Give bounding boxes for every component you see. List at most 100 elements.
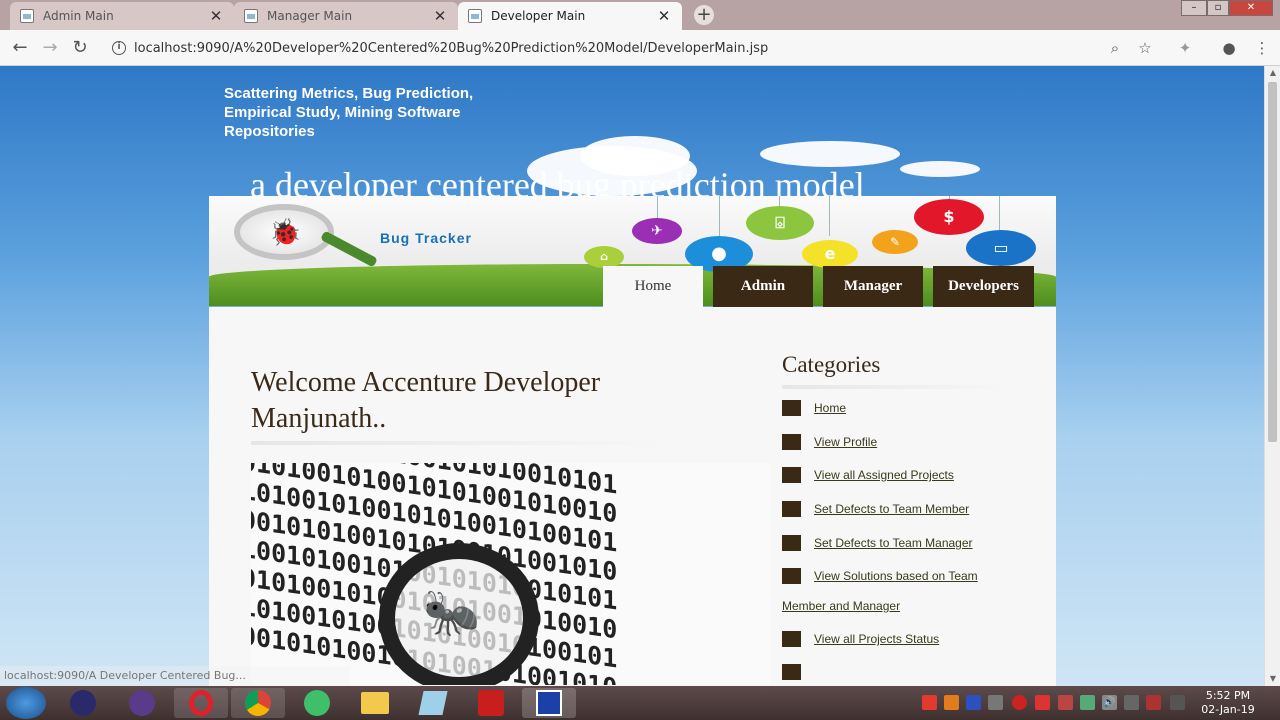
bug-icon: 🐜 <box>423 585 481 639</box>
categories-heading: Categories <box>782 352 881 377</box>
acrobat-app-icon[interactable] <box>464 688 518 718</box>
category-item[interactable]: View Profile <box>782 434 1022 450</box>
start-button-icon[interactable] <box>6 687 46 719</box>
heading-divider <box>251 441 671 445</box>
bug-icon: 🐞 <box>269 218 302 248</box>
folder-app-icon[interactable] <box>348 688 402 718</box>
bubble-string <box>719 196 720 236</box>
category-item[interactable]: Home <box>782 400 1022 416</box>
main-content: Welcome Accenture Developer Manjunath.. … <box>209 307 1056 686</box>
tray-app-icon[interactable] <box>1035 695 1050 710</box>
tab-title: Admin Main <box>43 9 114 23</box>
category-link-defects-team-member[interactable]: Set Defects to Team Member <box>814 501 969 517</box>
close-icon[interactable]: ✕ <box>208 7 224 25</box>
clock-time: 5:52 PM <box>1205 689 1251 702</box>
pencil-bubble-icon: ✎ <box>872 230 918 254</box>
info-icon[interactable]: i <box>112 41 126 55</box>
category-link-projects-status[interactable]: View all Projects Status <box>814 631 939 647</box>
bullet-square-icon <box>782 434 801 450</box>
link-status-bar: localhost:9090/A Developer Centered Bug.… <box>0 666 350 686</box>
category-item[interactable] <box>782 664 1022 680</box>
clock-date: 02-Jan-19 <box>1201 703 1255 716</box>
e-bubble-icon: e <box>802 240 858 268</box>
dollar-bubble-icon: $ <box>914 199 984 235</box>
bullet-square-icon <box>782 631 801 647</box>
tab-developer-main[interactable]: Developer Main ✕ <box>458 2 682 30</box>
chrome-app-icon[interactable] <box>231 688 285 718</box>
page-favicon-icon <box>244 9 258 23</box>
category-item[interactable]: View Solutions based on Team Member and … <box>782 568 1022 614</box>
category-link-view-solutions[interactable]: View Solutions based on Team Member and … <box>782 561 1002 621</box>
maximize-window-icon[interactable]: ▫ <box>1207 0 1229 16</box>
volume-icon[interactable]: 🔊 <box>1102 695 1117 710</box>
bug-hero-image: 1001010010100101010010101 01010010100101… <box>251 463 771 685</box>
category-link-home[interactable]: Home <box>814 400 846 416</box>
browser-tab-bar: Admin Main ✕ Manager Main ✕ Developer Ma… <box>0 0 1280 30</box>
url-text[interactable]: localhost:9090/A%20Developer%20Centered%… <box>134 41 768 56</box>
basket-bubble-icon: ⌺ <box>746 206 814 240</box>
home-bubble-icon: ⌂ <box>584 246 624 268</box>
category-item[interactable]: View all Projects Status <box>782 631 1022 647</box>
site-tagline: Scattering Metrics, Bug Prediction, Empi… <box>224 85 474 140</box>
category-item[interactable]: Set Defects to Team Member <box>782 501 1022 517</box>
page-favicon-icon <box>468 9 482 23</box>
scrollbar-thumb[interactable] <box>1268 82 1277 442</box>
category-item[interactable]: View all Assigned Projects <box>782 467 1022 483</box>
new-tab-plus-icon[interactable]: + <box>694 5 714 25</box>
welcome-heading: Welcome Accenture Developer Manjunath.. <box>251 367 601 434</box>
eclipse-app-icon[interactable] <box>56 688 110 718</box>
page-scrollbar[interactable]: ▲ ▼ <box>1264 66 1280 686</box>
tray-app-icon[interactable] <box>922 695 937 710</box>
nav-manager[interactable]: Manager <box>823 266 923 307</box>
bubble-string <box>657 196 658 218</box>
forward-arrow-icon[interactable]: → <box>38 36 62 60</box>
tab-manager-main[interactable]: Manager Main ✕ <box>234 2 458 30</box>
zoom-magnifier-icon[interactable]: ⌕ <box>1105 38 1125 58</box>
remote-app-icon[interactable] <box>522 688 576 718</box>
back-arrow-icon[interactable]: ← <box>8 36 32 60</box>
menu-kebab-icon[interactable]: ⋮ <box>1252 38 1272 58</box>
bubble-string <box>999 196 1000 232</box>
category-item[interactable]: Set Defects to Team Manager <box>782 535 1022 551</box>
extension-icon[interactable]: ✦ <box>1175 38 1195 58</box>
bubble-string <box>829 196 830 236</box>
close-icon[interactable]: ✕ <box>432 7 448 25</box>
category-link-view-profile[interactable]: View Profile <box>814 434 877 450</box>
address-bar[interactable]: i localhost:9090/A%20Developer%20Centere… <box>104 34 1164 62</box>
tray-app-icon[interactable] <box>1080 695 1095 710</box>
scroll-up-arrow-icon[interactable]: ▲ <box>1265 66 1280 80</box>
category-link-assigned-projects[interactable]: View all Assigned Projects <box>814 467 954 483</box>
tray-app-icon[interactable] <box>1058 695 1073 710</box>
tab-admin-main[interactable]: Admin Main ✕ <box>10 2 234 30</box>
nav-developers[interactable]: Developers <box>933 266 1034 307</box>
close-icon[interactable]: ✕ <box>656 7 672 25</box>
close-window-icon[interactable]: ✕ <box>1229 0 1273 16</box>
tray-app-icon[interactable] <box>1146 695 1161 710</box>
cloud-decoration <box>900 161 980 177</box>
tray-opera-icon[interactable] <box>1012 695 1027 710</box>
opera-app-icon[interactable] <box>174 688 228 718</box>
tray-app-icon[interactable] <box>966 695 981 710</box>
tray-app-icon[interactable] <box>988 695 1003 710</box>
nav-home[interactable]: Home <box>603 266 703 307</box>
bookmark-star-icon[interactable]: ☆ <box>1135 38 1155 58</box>
nav-admin[interactable]: Admin <box>713 266 813 307</box>
tray-app-icon[interactable] <box>1124 695 1139 710</box>
notepad-app-icon[interactable] <box>406 688 460 718</box>
computer-bubble-icon: ▭ <box>966 230 1036 266</box>
browser-toolbar: ← → ↻ i localhost:9090/A%20Developer%20C… <box>0 30 1280 66</box>
minimize-window-icon[interactable]: – <box>1181 0 1207 16</box>
network-app-icon[interactable] <box>290 688 344 718</box>
logo-text: Bug Tracker <box>380 230 472 246</box>
account-avatar-icon[interactable]: ● <box>1219 38 1239 58</box>
tab-title: Developer Main <box>491 9 586 23</box>
categories-divider <box>782 385 1008 389</box>
eclipse-ee-app-icon[interactable] <box>115 688 169 718</box>
taskbar-clock[interactable]: 5:52 PM 02-Jan-19 <box>1196 689 1260 717</box>
network-icon[interactable] <box>1170 695 1185 710</box>
scroll-down-arrow-icon[interactable]: ▼ <box>1265 672 1280 686</box>
page-favicon-icon <box>20 9 34 23</box>
category-link-defects-team-manager[interactable]: Set Defects to Team Manager <box>814 535 973 551</box>
tray-app-icon[interactable] <box>944 695 959 710</box>
reload-icon[interactable]: ↻ <box>68 36 92 60</box>
